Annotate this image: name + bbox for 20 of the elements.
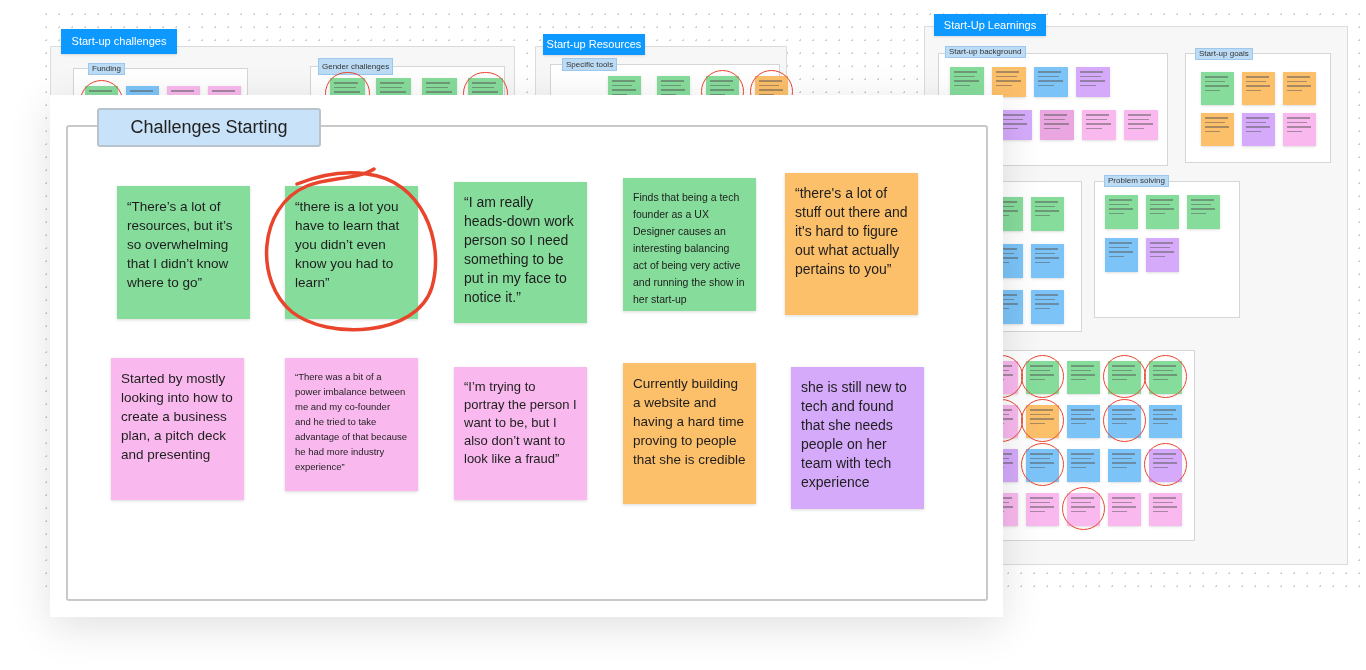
- sticky-note: “there's a lot of stuff out there and it's hard to figure out what actually pertains to you”: [785, 173, 918, 315]
- sticky-note: “I’m trying to portray the person I want to be, but I also don’t want to look like a fraud”: [454, 367, 587, 500]
- sticky-note: she is still new to tech and found that she needs people on her team with tech experience: [791, 367, 924, 509]
- sticky-note: “there is a lot you have to learn that you didn’t even know you had to learn”: [285, 186, 418, 319]
- sticky-note: Finds that being a tech founder as a UX Designer causes an interesting balancing act of being very active and running the show in her start-up: [623, 178, 756, 311]
- sticky-note: “I am really heads-down work person so I need something to be put in my face to notice it.”: [454, 182, 587, 323]
- group-label: Funding: [88, 63, 125, 75]
- group-label: Problem solving: [1104, 175, 1169, 187]
- sticky-note: “There’s a lot of resources, but it’s so overwhelming that I didn’t know where to go”: [117, 186, 250, 319]
- board-title[interactable]: Start-Up Learnings: [934, 14, 1046, 36]
- board-title[interactable]: Start-up Resources: [543, 34, 645, 55]
- group-label: Start-up background: [945, 46, 1026, 58]
- group-label: Start-up goals: [1195, 48, 1253, 60]
- group-label: Specific tools: [562, 58, 618, 71]
- frame-title[interactable]: Challenges Starting: [97, 108, 321, 147]
- board-title[interactable]: Start-up challenges: [61, 29, 177, 54]
- sticky-note: “There was a bit of a power imbalance between me and my co-founder and he tried to take advantage of that because he had more industry experience”: [285, 358, 418, 491]
- group-label: Gender challenges: [318, 58, 394, 75]
- sticky-note: Currently building a website and having a hard time proving to people that she is credible: [623, 363, 756, 504]
- sticky-note: Started by mostly looking into how to create a business plan, a pitch deck and presenting: [111, 358, 244, 500]
